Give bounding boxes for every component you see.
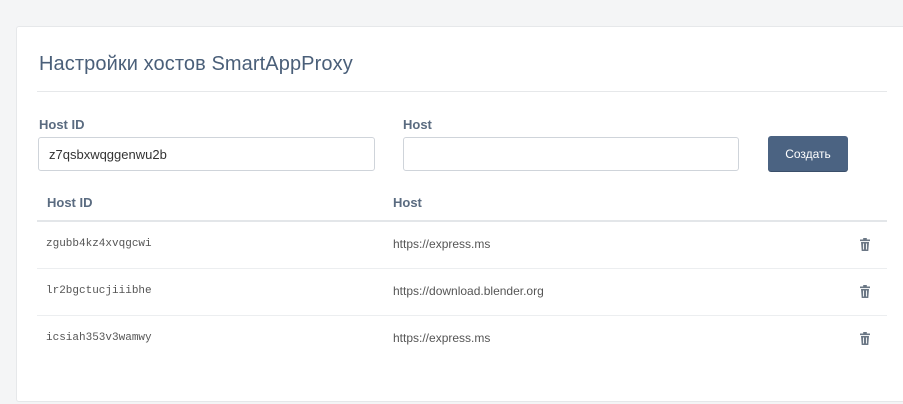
table-row: lr2bgctucjiiibhe https://download.blende… xyxy=(37,270,887,316)
column-header-host: Host xyxy=(393,195,422,210)
host-id-cell: lr2bgctucjiiibhe xyxy=(46,285,152,297)
host-label: Host xyxy=(403,117,432,132)
page-background: Настройки хостов SmartAppProxy Host ID H… xyxy=(0,0,903,404)
row-divider xyxy=(37,315,887,316)
host-input[interactable] xyxy=(403,137,739,171)
host-id-cell: icsiah353v3wamwy xyxy=(46,332,152,344)
host-id-cell: zgubb4kz4xvqgcwi xyxy=(46,238,152,250)
trash-icon[interactable] xyxy=(859,285,871,299)
trash-icon[interactable] xyxy=(859,238,871,252)
page-title: Настройки хостов SmartAppProxy xyxy=(39,53,353,75)
column-header-host-id: Host ID xyxy=(47,195,93,210)
host-cell: https://express.ms xyxy=(393,237,491,251)
title-divider xyxy=(37,91,887,92)
host-cell: https://express.ms xyxy=(393,331,491,345)
host-id-label: Host ID xyxy=(39,117,85,132)
table-row: zgubb4kz4xvqgcwi https://express.ms xyxy=(37,223,887,269)
host-cell: https://download.blender.org xyxy=(393,284,544,298)
host-id-input[interactable] xyxy=(38,137,375,171)
settings-panel: Настройки хостов SmartAppProxy Host ID H… xyxy=(16,26,903,402)
table-row: icsiah353v3wamwy https://express.ms xyxy=(37,317,887,363)
create-button[interactable]: Создать xyxy=(768,136,848,171)
row-divider xyxy=(37,268,887,269)
table-header-divider xyxy=(37,220,887,222)
trash-icon[interactable] xyxy=(859,332,871,346)
